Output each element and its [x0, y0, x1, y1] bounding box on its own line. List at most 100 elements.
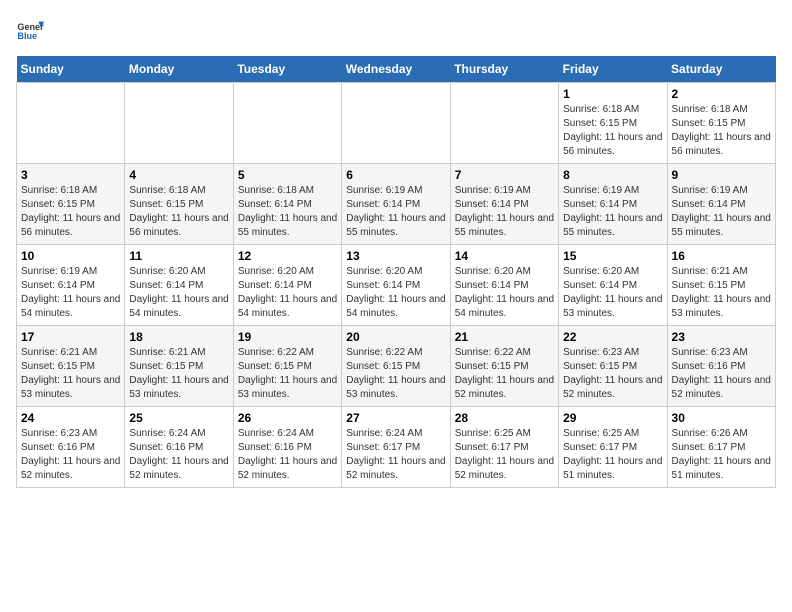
day-info: Sunrise: 6:24 AM Sunset: 6:16 PM Dayligh…: [129, 427, 228, 483]
calendar-cell: 25 Sunrise: 6:24 AM Sunset: 6:16 PM Dayli…: [125, 407, 233, 488]
logo: General Blue: [16, 16, 44, 44]
day-number: 1: [563, 87, 662, 101]
weekday-header: Monday: [125, 56, 233, 83]
day-number: 23: [672, 330, 771, 344]
calendar-cell: 1 Sunrise: 6:18 AM Sunset: 6:15 PM Daylig…: [559, 83, 667, 164]
calendar-cell: [450, 83, 558, 164]
day-number: 24: [21, 411, 120, 425]
day-info: Sunrise: 6:23 AM Sunset: 6:16 PM Dayligh…: [21, 427, 120, 483]
day-info: Sunrise: 6:21 AM Sunset: 6:15 PM Dayligh…: [21, 346, 120, 402]
day-info: Sunrise: 6:22 AM Sunset: 6:15 PM Dayligh…: [238, 346, 337, 402]
day-number: 14: [455, 249, 554, 263]
day-number: 22: [563, 330, 662, 344]
calendar-cell: 2Sunrise: 6:18 AM Sunset: 6:15 PM Daylig…: [667, 83, 775, 164]
day-number: 12: [238, 249, 337, 263]
day-info: Sunrise: 6:21 AM Sunset: 6:15 PM Dayligh…: [129, 346, 228, 402]
day-info: Sunrise: 6:20 AM Sunset: 6:14 PM Dayligh…: [455, 265, 554, 321]
calendar-cell: 30 Sunrise: 6:26 AM Sunset: 6:17 PM Dayli…: [667, 407, 775, 488]
calendar-table: SundayMondayTuesdayWednesdayThursdayFrid…: [16, 56, 776, 488]
day-number: 20: [346, 330, 445, 344]
day-info: Sunrise: 6:22 AM Sunset: 6:15 PM Dayligh…: [455, 346, 554, 402]
calendar-cell: 10 Sunrise: 6:19 AM Sunset: 6:14 PM Dayli…: [17, 245, 125, 326]
day-number: 25: [129, 411, 228, 425]
calendar-cell: 8 Sunrise: 6:19 AM Sunset: 6:14 PM Daylig…: [559, 164, 667, 245]
calendar-week-row: 1 Sunrise: 6:18 AM Sunset: 6:15 PM Daylig…: [17, 83, 776, 164]
calendar-cell: 3 Sunrise: 6:18 AM Sunset: 6:15 PM Daylig…: [17, 164, 125, 245]
day-info: Sunrise: 6:24 AM Sunset: 6:17 PM Dayligh…: [346, 427, 445, 483]
calendar-cell: [233, 83, 341, 164]
day-info: Sunrise: 6:20 AM Sunset: 6:14 PM Dayligh…: [129, 265, 228, 321]
day-info: Sunrise: 6:18 AM Sunset: 6:15 PM Dayligh…: [21, 184, 120, 240]
logo-icon: General Blue: [16, 16, 44, 44]
day-number: 30: [672, 411, 771, 425]
calendar-cell: [17, 83, 125, 164]
svg-text:Blue: Blue: [17, 31, 37, 41]
calendar-cell: 17 Sunrise: 6:21 AM Sunset: 6:15 PM Dayli…: [17, 326, 125, 407]
weekday-header: Tuesday: [233, 56, 341, 83]
day-number: 11: [129, 249, 228, 263]
weekday-header: Sunday: [17, 56, 125, 83]
calendar-cell: 14 Sunrise: 6:20 AM Sunset: 6:14 PM Dayli…: [450, 245, 558, 326]
day-number: 16: [672, 249, 771, 263]
day-info: Sunrise: 6:20 AM Sunset: 6:14 PM Dayligh…: [563, 265, 662, 321]
day-info: Sunrise: 6:26 AM Sunset: 6:17 PM Dayligh…: [672, 427, 771, 483]
weekday-header: Thursday: [450, 56, 558, 83]
day-number: 6: [346, 168, 445, 182]
calendar-cell: 18Sunrise: 6:21 AM Sunset: 6:15 PM Dayli…: [125, 326, 233, 407]
calendar-cell: 6 Sunrise: 6:19 AM Sunset: 6:14 PM Daylig…: [342, 164, 450, 245]
day-number: 4: [129, 168, 228, 182]
calendar-cell: 5 Sunrise: 6:18 AM Sunset: 6:14 PM Daylig…: [233, 164, 341, 245]
day-number: 15: [563, 249, 662, 263]
weekday-header: Wednesday: [342, 56, 450, 83]
day-info: Sunrise: 6:19 AM Sunset: 6:14 PM Dayligh…: [346, 184, 445, 240]
day-number: 17: [21, 330, 120, 344]
day-info: Sunrise: 6:25 AM Sunset: 6:17 PM Dayligh…: [563, 427, 662, 483]
day-info: Sunrise: 6:23 AM Sunset: 6:16 PM Dayligh…: [672, 346, 771, 402]
calendar-cell: 26 Sunrise: 6:24 AM Sunset: 6:16 PM Dayli…: [233, 407, 341, 488]
calendar-cell: 9 Sunrise: 6:19 AM Sunset: 6:14 PM Daylig…: [667, 164, 775, 245]
calendar-week-row: 10 Sunrise: 6:19 AM Sunset: 6:14 PM Dayli…: [17, 245, 776, 326]
calendar-cell: 16 Sunrise: 6:21 AM Sunset: 6:15 PM Dayli…: [667, 245, 775, 326]
calendar-cell: 28Sunrise: 6:25 AM Sunset: 6:17 PM Dayli…: [450, 407, 558, 488]
calendar-cell: 21Sunrise: 6:22 AM Sunset: 6:15 PM Dayli…: [450, 326, 558, 407]
day-number: 26: [238, 411, 337, 425]
calendar-cell: 24 Sunrise: 6:23 AM Sunset: 6:16 PM Dayli…: [17, 407, 125, 488]
calendar-cell: 23 Sunrise: 6:23 AM Sunset: 6:16 PM Dayli…: [667, 326, 775, 407]
day-info: Sunrise: 6:22 AM Sunset: 6:15 PM Dayligh…: [346, 346, 445, 402]
weekday-header: Friday: [559, 56, 667, 83]
day-number: 9: [672, 168, 771, 182]
calendar-cell: 12Sunrise: 6:20 AM Sunset: 6:14 PM Dayli…: [233, 245, 341, 326]
day-info: Sunrise: 6:18 AM Sunset: 6:15 PM Dayligh…: [563, 103, 662, 159]
calendar-cell: [125, 83, 233, 164]
calendar-header: SundayMondayTuesdayWednesdayThursdayFrid…: [17, 56, 776, 83]
weekday-header: Saturday: [667, 56, 775, 83]
day-number: 29: [563, 411, 662, 425]
day-number: 13: [346, 249, 445, 263]
day-info: Sunrise: 6:18 AM Sunset: 6:15 PM Dayligh…: [129, 184, 228, 240]
calendar-cell: 22 Sunrise: 6:23 AM Sunset: 6:15 PM Dayli…: [559, 326, 667, 407]
calendar-cell: 15 Sunrise: 6:20 AM Sunset: 6:14 PM Dayli…: [559, 245, 667, 326]
day-number: 3: [21, 168, 120, 182]
calendar-week-row: 17 Sunrise: 6:21 AM Sunset: 6:15 PM Dayli…: [17, 326, 776, 407]
day-number: 5: [238, 168, 337, 182]
day-info: Sunrise: 6:19 AM Sunset: 6:14 PM Dayligh…: [21, 265, 120, 321]
day-number: 8: [563, 168, 662, 182]
day-info: Sunrise: 6:19 AM Sunset: 6:14 PM Dayligh…: [563, 184, 662, 240]
calendar-week-row: 24 Sunrise: 6:23 AM Sunset: 6:16 PM Dayli…: [17, 407, 776, 488]
day-info: Sunrise: 6:20 AM Sunset: 6:14 PM Dayligh…: [346, 265, 445, 321]
day-info: Sunrise: 6:19 AM Sunset: 6:14 PM Dayligh…: [672, 184, 771, 240]
day-info: Sunrise: 6:19 AM Sunset: 6:14 PM Dayligh…: [455, 184, 554, 240]
calendar-cell: 4 Sunrise: 6:18 AM Sunset: 6:15 PM Daylig…: [125, 164, 233, 245]
day-number: 10: [21, 249, 120, 263]
day-number: 28: [455, 411, 554, 425]
calendar-cell: 7 Sunrise: 6:19 AM Sunset: 6:14 PM Daylig…: [450, 164, 558, 245]
day-info: Sunrise: 6:23 AM Sunset: 6:15 PM Dayligh…: [563, 346, 662, 402]
day-number: 27: [346, 411, 445, 425]
calendar-cell: 20 Sunrise: 6:22 AM Sunset: 6:15 PM Dayli…: [342, 326, 450, 407]
day-number: 7: [455, 168, 554, 182]
calendar-body: 1 Sunrise: 6:18 AM Sunset: 6:15 PM Daylig…: [17, 83, 776, 488]
day-info: Sunrise: 6:18 AM Sunset: 6:15 PM Dayligh…: [672, 103, 771, 159]
day-info: Sunrise: 6:18 AM Sunset: 6:14 PM Dayligh…: [238, 184, 337, 240]
day-info: Sunrise: 6:21 AM Sunset: 6:15 PM Dayligh…: [672, 265, 771, 321]
day-info: Sunrise: 6:24 AM Sunset: 6:16 PM Dayligh…: [238, 427, 337, 483]
